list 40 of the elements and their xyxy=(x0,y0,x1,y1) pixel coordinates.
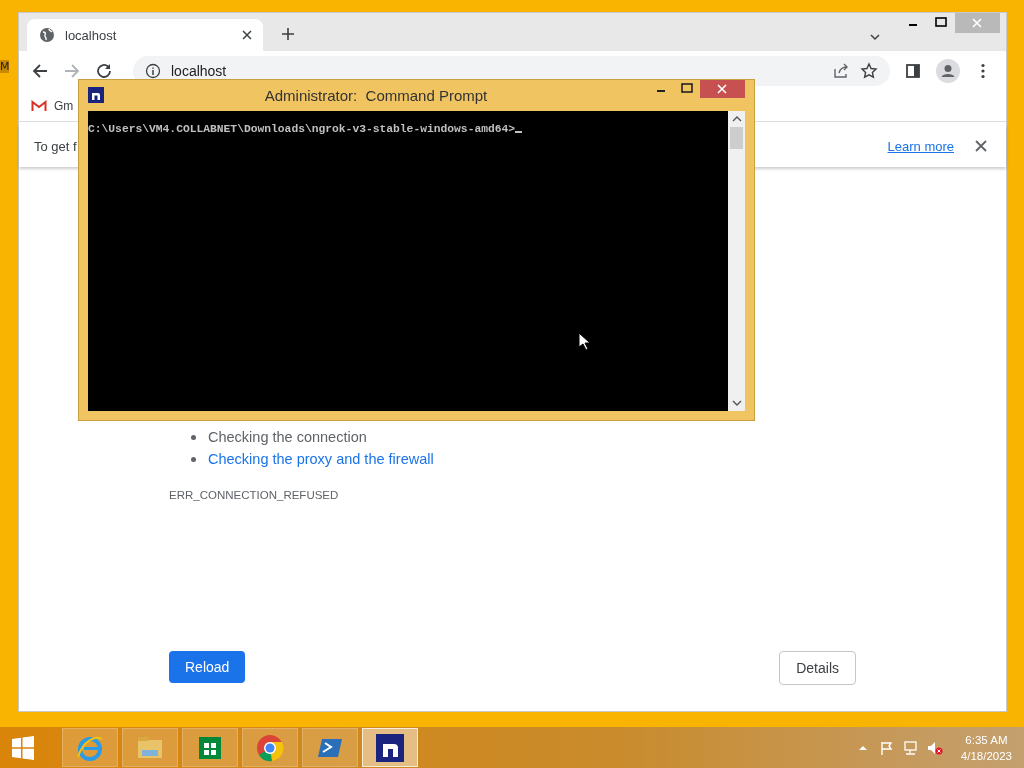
console-line: C:\Users\VM4.COLLABNET\Downloads\ngrok-v3-stable-windows-amd64> xyxy=(88,123,516,135)
app-icon xyxy=(88,87,104,103)
scroll-down-icon[interactable] xyxy=(731,399,742,407)
chrome-icon xyxy=(255,732,285,763)
side-panel-icon[interactable] xyxy=(904,62,922,80)
profile-icon[interactable] xyxy=(936,59,960,83)
reload-icon[interactable] xyxy=(95,62,113,80)
start-icon[interactable] xyxy=(10,734,36,761)
desktop-icon-label: M xyxy=(0,60,9,73)
learn-more-link[interactable]: Learn more xyxy=(887,138,954,154)
text-cursor xyxy=(515,131,523,133)
share-icon[interactable] xyxy=(832,62,850,80)
reload-button[interactable]: Reload xyxy=(169,651,246,683)
close-icon[interactable] xyxy=(241,29,253,41)
scrollbar[interactable] xyxy=(728,111,745,411)
back-icon[interactable] xyxy=(31,62,49,80)
suggestion-link[interactable]: Checking the proxy and the firewall xyxy=(208,451,434,467)
infobar-text: To get f xyxy=(34,138,77,154)
error-code: ERR_CONNECTION_REFUSED xyxy=(169,489,340,501)
mouse-pointer-icon xyxy=(578,332,590,350)
star-icon[interactable] xyxy=(860,62,878,80)
info-icon xyxy=(145,63,161,79)
close-icon[interactable] xyxy=(974,139,988,153)
chevron-down-icon[interactable] xyxy=(869,31,881,43)
globe-icon xyxy=(39,27,55,43)
browser-tab[interactable]: localhost xyxy=(27,19,263,51)
clock-time[interactable]: 6:35 AM xyxy=(965,731,1008,748)
bullet-icon xyxy=(191,456,196,462)
suggestion-text: Checking the connection xyxy=(208,429,367,445)
bookmark[interactable]: Gm xyxy=(31,99,74,113)
new-tab-icon[interactable] xyxy=(281,27,295,41)
scroll-thumb[interactable] xyxy=(730,127,743,149)
mail-icon xyxy=(31,100,47,112)
app-icon xyxy=(375,732,405,763)
details-button[interactable]: Details xyxy=(779,651,856,685)
window-title: Administrator: Command Prompt xyxy=(263,87,489,104)
bullet-icon xyxy=(191,434,196,440)
clock-date[interactable]: 4/18/2023 xyxy=(960,747,1012,764)
scroll-up-icon[interactable] xyxy=(731,115,742,123)
taskbar-app[interactable] xyxy=(362,728,418,767)
